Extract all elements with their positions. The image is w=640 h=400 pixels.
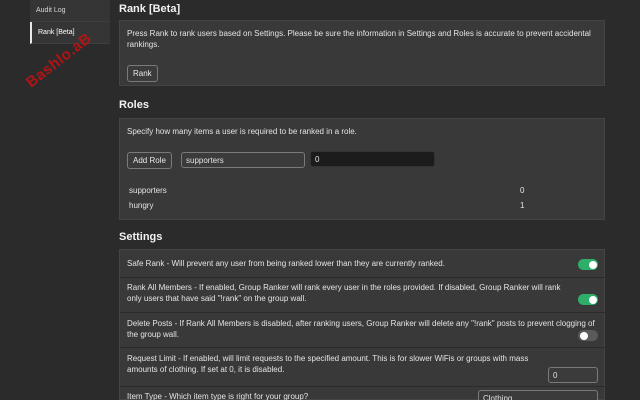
rank-section-title: Rank [Beta]	[119, 3, 181, 15]
roles-description: Specify how many items a user is require…	[127, 127, 357, 136]
rank-all-members-label: Rank All Members - If enabled, Group Ran…	[127, 283, 561, 303]
role-list-item-count: 1	[520, 201, 525, 210]
role-list-item-name: hungry	[129, 201, 154, 210]
add-role-button[interactable]: Add Role	[127, 152, 172, 169]
rank-button[interactable]: Rank	[127, 65, 158, 82]
role-name-input[interactable]: supporters	[181, 152, 305, 168]
role-list-item-count: 0	[520, 186, 525, 195]
divider	[120, 277, 606, 278]
settings-card: Safe Rank - Will prevent any user from b…	[119, 249, 606, 400]
sidebar-item-label: Rank [Beta]	[38, 29, 75, 36]
toggle-knob	[588, 295, 597, 304]
item-type-select[interactable]: Clothing	[478, 390, 598, 400]
rank-card: Press Rank to rank users based on Settin…	[119, 20, 605, 86]
sidebar: Audit Log Rank [Beta] Bashlo.aB	[0, 0, 110, 400]
delete-posts-toggle[interactable]	[578, 330, 598, 341]
delete-posts-label: Delete Posts - If Rank All Members is di…	[127, 319, 595, 339]
safe-rank-toggle[interactable]	[578, 259, 598, 270]
role-list-item-name: supporters	[129, 186, 167, 195]
roles-card: Specify how many items a user is require…	[119, 118, 605, 220]
safe-rank-label: Safe Rank - Will prevent any user from b…	[127, 259, 445, 268]
role-count-input[interactable]: 0	[310, 151, 435, 167]
toggle-knob	[579, 331, 588, 340]
divider	[120, 386, 606, 387]
sidebar-nav: Audit Log Rank [Beta]	[30, 0, 110, 44]
rank-all-members-toggle[interactable]	[578, 294, 598, 305]
settings-section-title: Settings	[119, 231, 163, 243]
toggle-knob	[588, 260, 597, 269]
sidebar-item-audit-log[interactable]: Audit Log	[30, 0, 110, 22]
sidebar-item-label: Audit Log	[36, 7, 66, 14]
request-limit-label: Request Limit - If enabled, will limit r…	[127, 354, 529, 374]
roles-section-title: Roles	[119, 99, 149, 111]
divider	[120, 347, 606, 348]
rank-description: Press Rank to rank users based on Settin…	[127, 29, 591, 49]
divider	[120, 312, 606, 313]
item-type-label: Item Type - Which item type is right for…	[127, 392, 309, 400]
request-limit-input[interactable]: 0	[548, 367, 598, 383]
